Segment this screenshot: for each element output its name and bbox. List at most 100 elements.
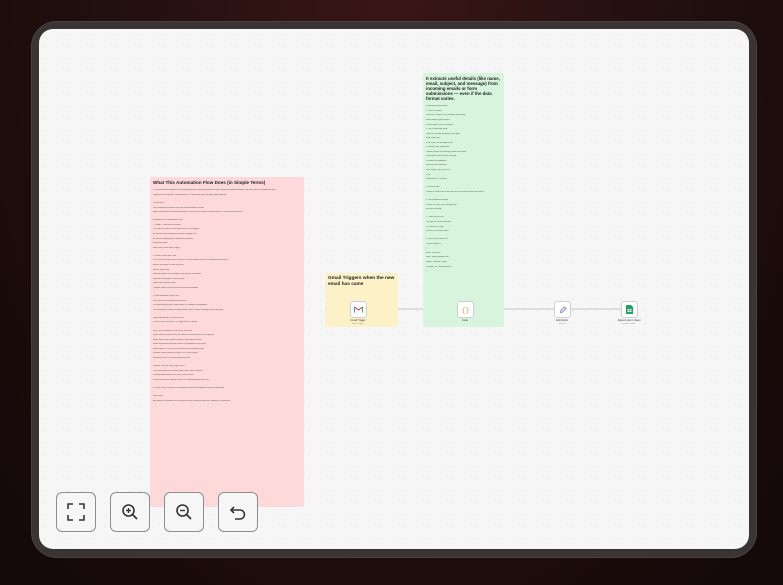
code-icon: {} [462, 307, 470, 314]
extract-line: message: 'Hi, I am interested...', [426, 265, 453, 268]
overview-line: It is sent directly to your chosen base,… [153, 304, 208, 307]
overview-line: In future: You can feed it to a dashboar… [153, 387, 224, 390]
overview-line: Breakdown of the Automation Flow [153, 219, 183, 222]
node-append-sheet[interactable] [621, 301, 638, 318]
overview-line: Node used: Function Node [153, 282, 176, 285]
overview-line: A customer form submission from your Sho… [153, 233, 197, 236]
extract-line [426, 213, 501, 215]
overview-line: Saves hours of manual work: No need to r… [153, 334, 215, 337]
trigger-title: Gmail Triggers when the new email has ca… [328, 276, 395, 287]
svg-text:{}: {} [462, 307, 470, 314]
extract-line: Trim spaces, clean characters [426, 220, 452, 223]
node-gmail-trigger[interactable] [350, 301, 367, 318]
extract-body: Step-by-Step Explanation 1. Get the Conte… [426, 105, 501, 273]
extract-line: Uses Regex: /[\w.-]+@[\w.-]+/ [426, 168, 451, 171]
extract-line: 9. Return Structured Data [426, 238, 448, 241]
extract-line: 4. Extract Email Address [426, 159, 447, 162]
overview-line [153, 392, 301, 394]
overview-line: Get the subject line [153, 268, 170, 271]
overview-body: This automation is designed to automatic… [153, 189, 301, 402]
node-label-code: Code [462, 319, 468, 322]
extract-line: Email Subject: $json.subject [426, 118, 450, 121]
overview-line: Never miss a lead: Every message is capt… [153, 338, 202, 341]
extract-line: email: 'john@example.com', [426, 256, 450, 259]
overview-line: The JavaScript in the function node is l… [153, 369, 203, 372]
node-sub-gmail: Email Trigger [352, 323, 364, 325]
extract-line: Looks for a subject line or text/plain e… [426, 114, 466, 117]
overview-line [153, 361, 301, 363]
sticky-note-extract[interactable]: It extracts useful details (like name, e… [423, 73, 504, 327]
extract-line: senderEmail = 'Unknown' [426, 178, 448, 181]
extract-line: Checks whether the message came from a f… [426, 150, 467, 153]
extract-line: subject: 'Website Inquiry', [426, 261, 448, 264]
zoom-in-button[interactable] [110, 492, 150, 532]
overview-line: The record gets created, including Name,… [153, 308, 223, 311]
extract-line: 2. Get the Message Body [426, 128, 448, 131]
overview-line: Once the data is extracted and cleaned: [153, 299, 187, 302]
overview-line: You can also send them to a Google Sheet… [153, 321, 198, 324]
overview-line: This automation is designed to automatic… [153, 189, 276, 192]
extract-line: If name is found in the From field use i… [426, 190, 484, 193]
overview-line: Final Result [153, 395, 163, 398]
extract-line [426, 195, 501, 197]
overview-line: Optional: Take the Code Logic Further [153, 365, 185, 368]
overview-line [153, 291, 301, 293]
extract-title: It extracts useful details (like name, e… [426, 76, 500, 102]
extract-line: Looks for the main message in text/plain [426, 132, 460, 135]
extract-line: If not: [426, 173, 431, 176]
overview-line: A support request [153, 242, 168, 245]
overview-line: 1. Trigger – New Email Received [153, 223, 181, 226]
extract-line: 5. Extract Name [426, 186, 440, 189]
overview-line: Better organization: All your contacts a… [153, 343, 206, 346]
overview-line [153, 326, 301, 328]
undo-button[interactable] [218, 492, 258, 532]
extract-line: { [426, 247, 427, 250]
extract-line: The final output is: [426, 242, 442, 245]
extract-line: } [426, 270, 427, 273]
node-label-sheet: Append row in sheet [617, 319, 641, 322]
overview-line: Allows, hands-free automated reporting t… [153, 211, 243, 214]
extract-line: If there is a form, take message field [426, 203, 457, 206]
overview-line: Extract the sender's name and email [153, 264, 184, 266]
overview-line [153, 313, 301, 315]
sticky-note-overview[interactable]: What This Automation Flow Does (in Simpl… [150, 177, 304, 507]
overview-line: The flow starts when a new email arrives… [153, 228, 200, 231]
overview-line: Why This is Valuable for You or Your Bus… [153, 329, 193, 332]
overview-line: 3. Save to Airtable or any CRM [153, 294, 179, 297]
overview-line: All emails are converted into structured… [153, 399, 231, 402]
node-label-edit: Edit Fields [556, 319, 568, 322]
overview-line: 2. Extract Details with Code [153, 254, 177, 257]
extract-line: Form Fields: Name, Email, Message [426, 155, 457, 158]
overview-line [153, 216, 301, 218]
overview-line: This is the core logic where we parse th… [153, 259, 228, 262]
extract-line: 3. Identify Form Submission [426, 146, 450, 149]
overview-line: Node used: Gmail Email Trigger [153, 246, 180, 249]
extract-line: Body: $json.text [426, 137, 440, 140]
workflow-canvas[interactable]: What This Automation Flow Does (in Simpl… [39, 29, 749, 549]
extract-line: 8. Format the Output [426, 225, 444, 228]
extract-line: Else take full body [426, 208, 442, 211]
extract-line: 6. Get the Actual Message [426, 199, 449, 202]
extract-line: Step-by-Step Explanation [426, 105, 448, 108]
zoom-in-icon [122, 504, 138, 520]
overview-line [153, 383, 301, 385]
overview-line [153, 198, 301, 200]
overview-line: It understands emails in the way a human… [153, 374, 194, 377]
extract-line: Finds email in From field [426, 164, 447, 167]
zoom-out-icon [176, 504, 192, 520]
node-edit-fields[interactable] [554, 301, 571, 318]
extract-line [426, 235, 501, 237]
zoom-out-button[interactable] [164, 492, 204, 532]
overview-line: It extracts questions, product details, … [153, 378, 209, 381]
overview-line: system (such as Airtable, a spreadsheet,… [153, 193, 227, 196]
overview-line: Structure everything in a clean format [153, 277, 185, 280]
node-code[interactable]: {} [457, 301, 474, 318]
node-label-gmail: Gmail Trigger [350, 319, 366, 322]
extract-line: 7. Clean Up the Data [426, 216, 444, 219]
overview-line: Easy analysis: Use the data to see trend… [153, 347, 205, 350]
overview-line: In Short form: [153, 202, 165, 205]
fit-view-button[interactable] [56, 492, 96, 532]
overview-line: Node used: Airtable / Create Record [153, 316, 184, 319]
overview-line: Read the body of the message to find spe… [153, 273, 202, 276]
undo-icon [229, 506, 246, 520]
